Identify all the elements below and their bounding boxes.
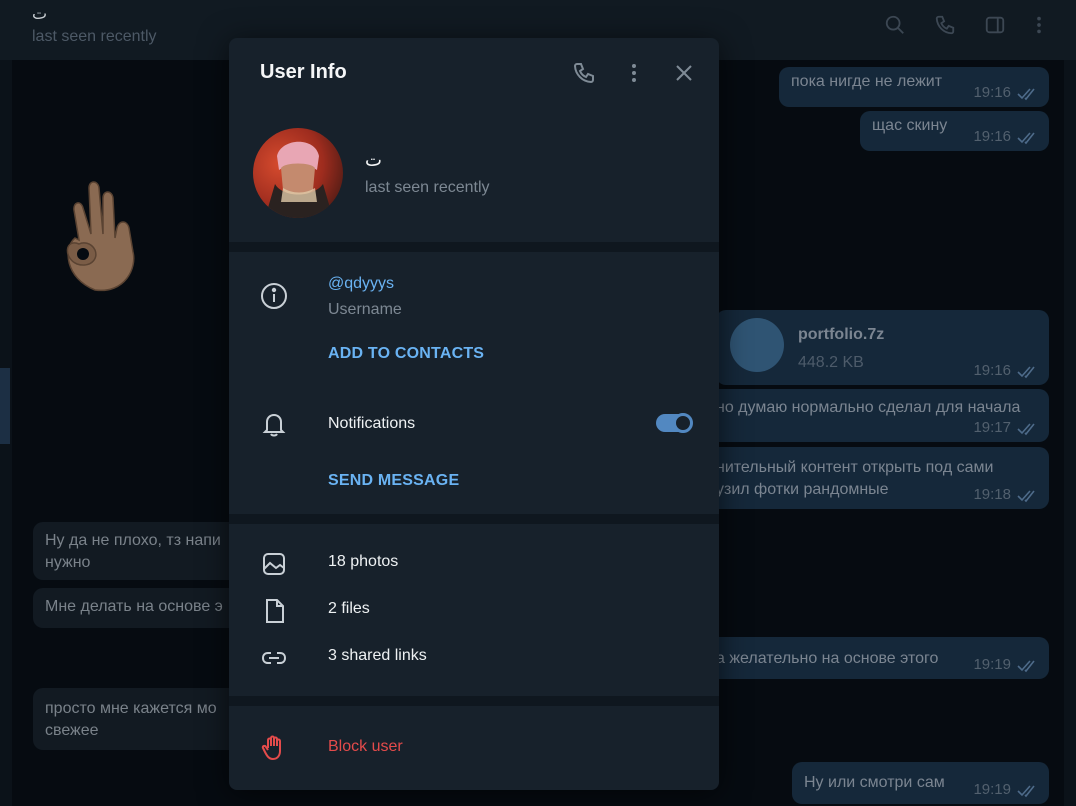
info-icon bbox=[261, 283, 287, 309]
message-bubble[interactable]: но думаю нормально сделал для начала 19:… bbox=[706, 389, 1049, 442]
message-text: Ну или смотри сам bbox=[804, 774, 945, 791]
message-bubble[interactable]: а желательно на основе этого 19:19 bbox=[706, 637, 1049, 679]
double-check-icon bbox=[1017, 132, 1035, 145]
sidebar-icon[interactable] bbox=[984, 14, 1006, 36]
modal-title: User Info bbox=[260, 61, 347, 83]
toggle-knob bbox=[673, 413, 693, 433]
message-text: а желательно на основе этого bbox=[716, 650, 939, 667]
message-bubble[interactable]: Ну или смотри сам 19:19 bbox=[792, 762, 1049, 804]
message-text: Мне делать на основе э bbox=[45, 598, 223, 615]
chat-status: last seen recently bbox=[32, 28, 157, 45]
message-time: 19:19 bbox=[973, 656, 1011, 673]
hand-stop-icon bbox=[261, 735, 281, 761]
block-user-button[interactable]: Block user bbox=[328, 738, 403, 756]
section-divider bbox=[229, 242, 719, 252]
file-icon[interactable] bbox=[730, 318, 784, 372]
message-text: но думаю нормально сделал для начала bbox=[716, 399, 1021, 416]
file-size: 448.2 KB bbox=[798, 354, 864, 371]
notifications-label: Notifications bbox=[328, 415, 416, 432]
send-message-button[interactable]: SEND MESSAGE bbox=[328, 472, 459, 490]
left-sidebar-edge bbox=[0, 368, 10, 444]
double-check-icon bbox=[1017, 490, 1035, 503]
message-time: 19:16 bbox=[973, 128, 1011, 145]
message-text: нужно bbox=[45, 554, 91, 571]
message-text: Ну да не плохо, тз напи bbox=[45, 532, 221, 549]
message-bubble[interactable]: просто мне кажется мо свежее bbox=[33, 688, 243, 750]
message-bubble[interactable]: нительный контент открыть под сами узил … bbox=[706, 447, 1049, 509]
message-time: 19:16 bbox=[973, 362, 1011, 379]
file-icon bbox=[266, 599, 284, 623]
message-time: 19:19 bbox=[973, 781, 1011, 798]
files-count[interactable]: 2 files bbox=[328, 600, 370, 618]
photos-icon bbox=[263, 553, 285, 575]
phone-icon[interactable] bbox=[934, 14, 956, 36]
username-value[interactable]: @qdyyys bbox=[328, 275, 394, 293]
bell-icon bbox=[262, 413, 286, 437]
more-icon[interactable] bbox=[1028, 14, 1050, 36]
message-text: нительный контент открыть под сами bbox=[716, 459, 994, 476]
username-label: Username bbox=[328, 301, 402, 318]
double-check-icon bbox=[1017, 423, 1035, 436]
section-divider bbox=[229, 696, 719, 706]
photos-count[interactable]: 18 photos bbox=[328, 553, 398, 571]
section-divider bbox=[229, 514, 719, 524]
close-icon[interactable] bbox=[672, 61, 696, 85]
file-message[interactable]: portfolio.7z 448.2 KB 19:16 bbox=[716, 310, 1049, 385]
user-info-modal: User Info ت last seen recently @qdyyys U… bbox=[229, 38, 719, 790]
message-bubble[interactable]: Мне делать на основе э bbox=[33, 588, 243, 628]
message-bubble[interactable]: пока нигде не лежит 19:16 bbox=[779, 67, 1049, 107]
message-text: просто мне кажется мо bbox=[45, 700, 217, 717]
more-icon[interactable] bbox=[622, 61, 646, 85]
message-text: узил фотки рандомные bbox=[716, 481, 889, 498]
message-text: щас скину bbox=[872, 117, 948, 134]
double-check-icon bbox=[1017, 366, 1035, 379]
double-check-icon bbox=[1017, 785, 1035, 798]
message-text: пока нигде не лежит bbox=[791, 73, 943, 90]
avatar[interactable] bbox=[253, 128, 343, 218]
ok-hand-sticker[interactable] bbox=[55, 168, 143, 296]
message-time: 19:17 bbox=[973, 419, 1011, 436]
search-icon[interactable] bbox=[884, 14, 906, 36]
link-icon bbox=[261, 652, 287, 664]
message-bubble[interactable]: щас скину 19:16 bbox=[860, 111, 1049, 151]
double-check-icon bbox=[1017, 88, 1035, 101]
message-time: 19:18 bbox=[973, 486, 1011, 503]
notifications-toggle[interactable] bbox=[656, 413, 693, 433]
add-to-contacts-button[interactable]: ADD TO CONTACTS bbox=[328, 345, 484, 363]
file-name: portfolio.7z bbox=[798, 326, 885, 343]
user-status: last seen recently bbox=[365, 179, 490, 196]
shared-links-count[interactable]: 3 shared links bbox=[328, 647, 427, 665]
user-name: ت bbox=[365, 150, 382, 170]
phone-icon[interactable] bbox=[572, 61, 596, 85]
message-time: 19:16 bbox=[973, 84, 1011, 101]
chat-title[interactable]: ت bbox=[32, 4, 47, 24]
message-bubble[interactable]: Ну да не плохо, тз напи нужно bbox=[33, 522, 243, 580]
message-text: свежее bbox=[45, 722, 99, 739]
double-check-icon bbox=[1017, 660, 1035, 673]
